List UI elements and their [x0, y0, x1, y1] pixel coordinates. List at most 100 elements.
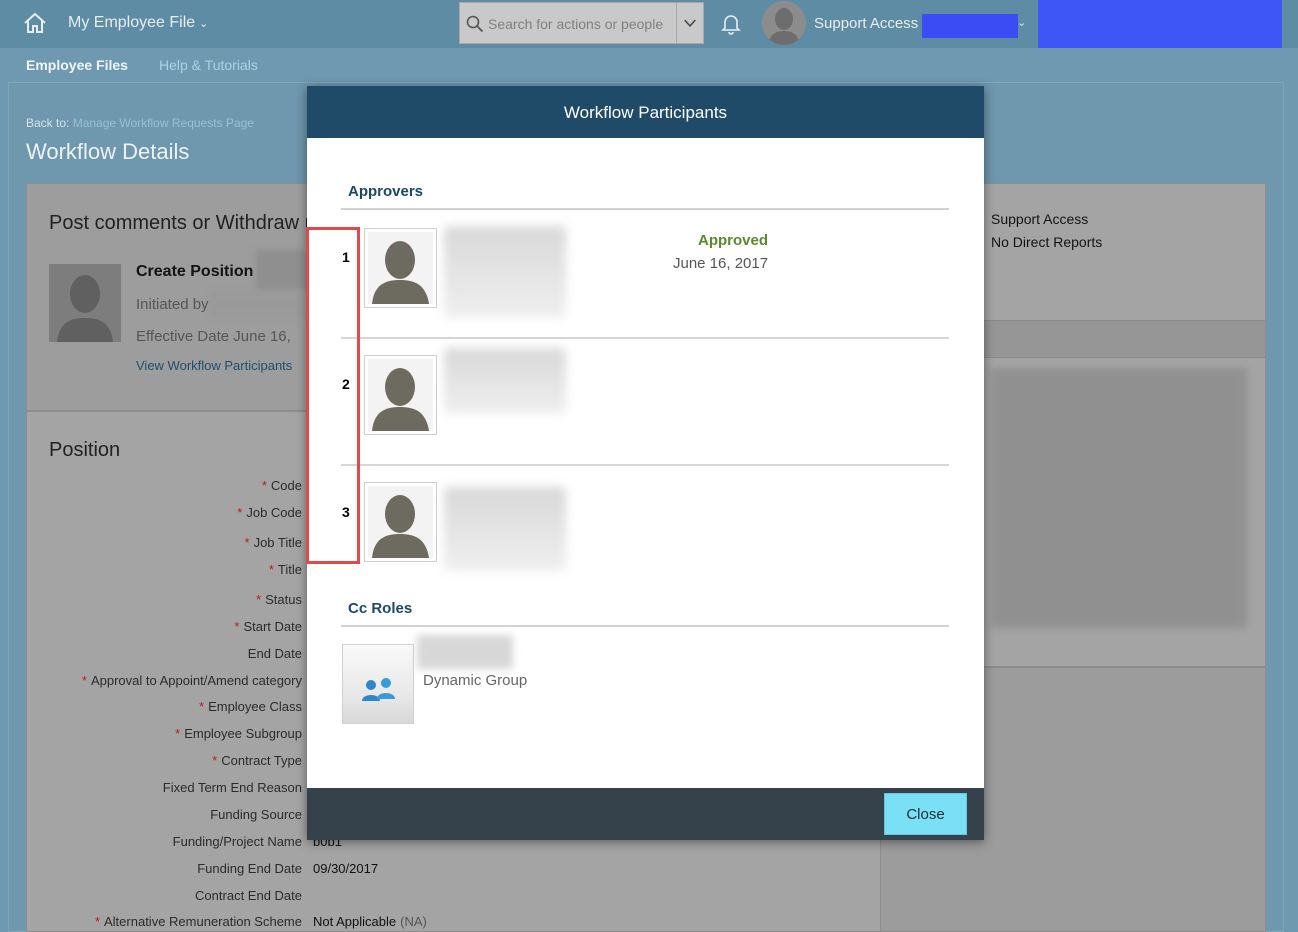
field-label-text: Contract End Date — [195, 888, 302, 903]
search-scope-dropdown[interactable] — [676, 3, 703, 43]
field-label-text: Start Date — [243, 619, 302, 634]
app-title-menu[interactable]: My Employee File ⌄ — [68, 14, 208, 32]
initiated-by-label: Initiated by — [136, 296, 209, 313]
field-label: * Alternative Remuneration Scheme — [95, 914, 302, 929]
field-label: * Job Title — [245, 535, 302, 550]
approver-name-redacted — [444, 226, 566, 318]
group-users-icon — [362, 678, 395, 701]
home-icon[interactable] — [22, 10, 48, 36]
approval-status: Approved — [698, 232, 769, 249]
group-name-redacted — [417, 635, 513, 669]
required-marker: * — [261, 478, 267, 493]
required-marker: * — [256, 592, 262, 607]
breadcrumb: Back to: Manage Workflow Requests Page — [26, 116, 254, 130]
subnav-help-tutorials[interactable]: Help & Tutorials — [159, 57, 258, 73]
approver-name-redacted — [444, 348, 566, 414]
app-title: My Employee File — [68, 14, 196, 31]
search-input[interactable] — [488, 14, 674, 34]
approvers-heading: Approvers — [348, 183, 424, 200]
required-marker: * — [199, 699, 205, 714]
redacted-block — [211, 292, 303, 316]
initiator-avatar — [49, 264, 121, 342]
redacted-block — [1038, 0, 1282, 48]
field-value-text: Not Applicable — [313, 914, 397, 929]
field-label-text: Job Title — [253, 535, 302, 550]
required-marker: * — [212, 753, 218, 768]
search-box — [459, 2, 704, 44]
back-link[interactable]: Manage Workflow Requests Page — [73, 116, 254, 130]
chevron-down-icon: ⌄ — [199, 18, 209, 30]
field-label: * Employee Subgroup — [175, 726, 302, 741]
field-label-text: Title — [277, 562, 302, 577]
person-silhouette-icon — [372, 495, 429, 558]
field-label: * Code — [262, 478, 302, 493]
field-label: Contract End Date — [195, 888, 302, 903]
person-silhouette-icon — [57, 275, 113, 342]
annotation-highlight-box — [306, 227, 360, 564]
divider — [341, 464, 949, 466]
field-label-text: Approval to Appoint/Amend category — [90, 673, 302, 688]
effective-date: Effective Date June 16, — [136, 328, 291, 345]
redacted-block — [991, 368, 1247, 628]
approver-photo[interactable] — [364, 355, 437, 435]
divider — [341, 337, 949, 339]
required-marker: * — [175, 726, 181, 741]
subnav-employee-files[interactable]: Employee Files — [26, 57, 128, 73]
field-label-text: Fixed Term End Reason — [162, 780, 302, 795]
required-marker: * — [237, 505, 243, 520]
dialog-title: Workflow Participants — [563, 103, 728, 122]
field-label-text: Funding/Project Name — [172, 834, 302, 849]
user-avatar[interactable] — [762, 1, 806, 45]
field-value-suffix: (NA) — [400, 914, 427, 929]
divider — [341, 625, 949, 627]
dialog-footer — [307, 788, 984, 840]
notification-bell-icon[interactable] — [719, 11, 743, 35]
redacted-block — [922, 14, 1018, 38]
page-title: Workflow Details — [26, 139, 190, 164]
approval-date: June 16, 2017 — [673, 255, 769, 272]
field-label: * Contract Type — [212, 753, 302, 768]
field-label: Funding/Project Name — [173, 834, 302, 849]
request-title: Create Position — [136, 263, 254, 280]
field-value: Not Applicable (NA) — [313, 914, 427, 929]
field-value-text: 09/30/2017 — [313, 861, 379, 876]
search-icon[interactable] — [466, 15, 484, 33]
user-name[interactable]: Support Access — [814, 15, 918, 32]
field-label: * Job Code — [237, 505, 302, 520]
user-menu-chevron-icon[interactable]: ⌄ — [1017, 16, 1026, 29]
field-label: Fixed Term End Reason — [163, 780, 302, 795]
required-marker: * — [234, 619, 240, 634]
field-label: * Approval to Appoint/Amend category — [82, 673, 302, 688]
required-marker: * — [94, 914, 100, 929]
field-label: Funding Source — [210, 807, 302, 822]
close-button[interactable]: Close — [884, 793, 967, 835]
field-value: 09/30/2017 — [313, 861, 378, 876]
field-label-text: End Date — [247, 646, 302, 661]
position-section-title: Position — [49, 439, 121, 461]
divider — [341, 208, 949, 210]
field-label-text: Employee Class — [208, 699, 302, 714]
view-workflow-participants-link[interactable]: View Workflow Participants — [136, 358, 292, 373]
person-silhouette-icon — [372, 368, 429, 431]
comments-title: Post comments or Withdraw r — [49, 212, 312, 234]
right-card-line-2: No Direct Reports — [991, 234, 1103, 250]
field-label: End Date — [248, 646, 302, 661]
required-marker: * — [268, 562, 274, 577]
approver-photo[interactable] — [364, 482, 437, 562]
back-label: Back to: — [26, 116, 70, 130]
field-label-text: Employee Subgroup — [184, 726, 302, 741]
field-label: * Status — [256, 592, 302, 607]
field-label: Funding End Date — [197, 861, 302, 876]
right-card-line-1: Support Access — [991, 211, 1089, 227]
field-label-text: Funding End Date — [197, 861, 302, 876]
field-label-text: Status — [265, 592, 302, 607]
dynamic-group-label: Dynamic Group — [423, 672, 528, 689]
dynamic-group-tile[interactable] — [342, 644, 414, 724]
approver-name-redacted — [444, 487, 566, 571]
approver-photo[interactable] — [364, 228, 437, 308]
field-label-text: Contract Type — [221, 753, 302, 768]
field-label-text: Job Code — [246, 505, 302, 520]
redacted-block — [256, 250, 306, 290]
person-silhouette-icon — [768, 8, 800, 45]
field-label: * Employee Class — [199, 699, 302, 714]
